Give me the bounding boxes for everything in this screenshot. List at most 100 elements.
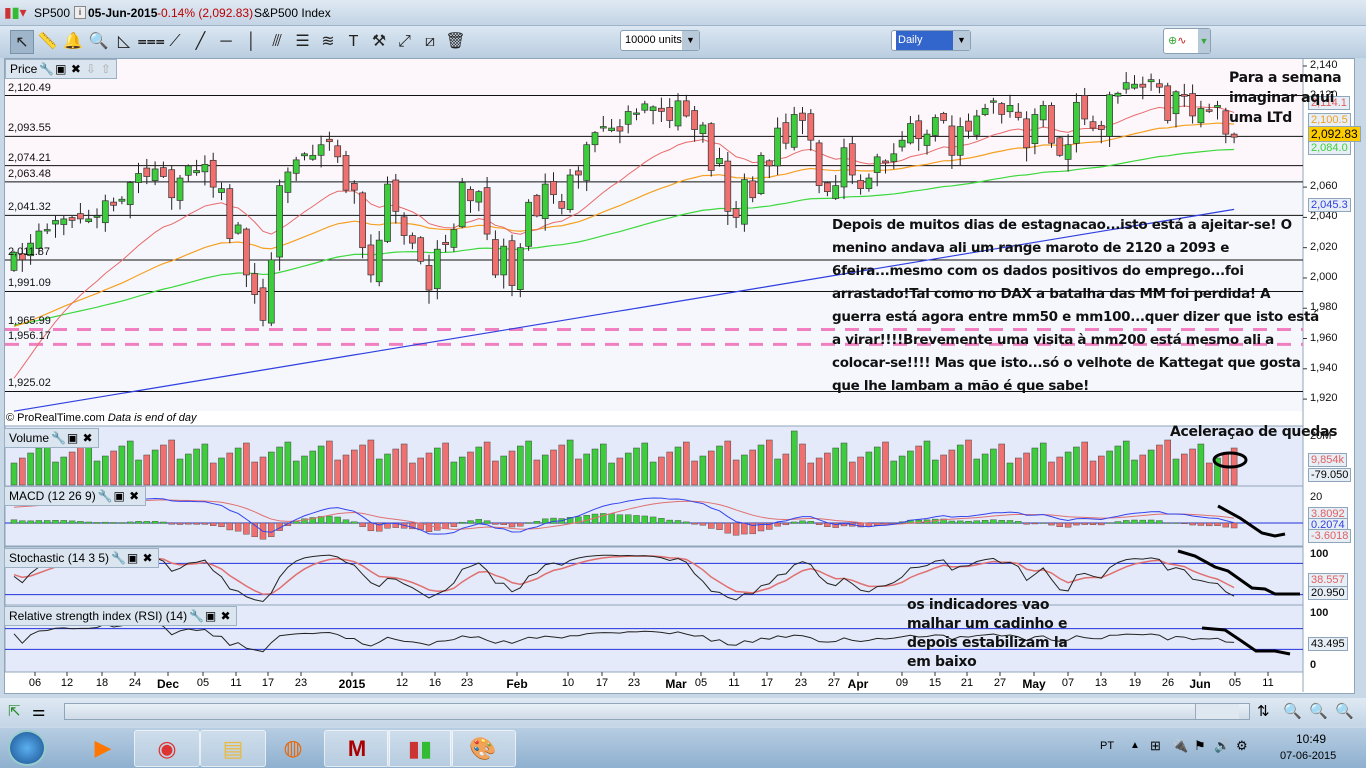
wrench-icon[interactable]: 🔧 xyxy=(98,487,113,505)
panel-title: Price xyxy=(10,62,38,76)
mcafee-taskbar-icon[interactable]: M xyxy=(324,730,390,767)
move-up-icon[interactable]: ⇧ xyxy=(99,60,112,78)
maximize-icon[interactable]: ▣ xyxy=(204,607,217,625)
windows-icon[interactable]: ⊞ xyxy=(1150,738,1161,754)
x-axis-label: 12 xyxy=(60,677,74,689)
clock-date[interactable]: 07-06-2015 xyxy=(1280,750,1336,762)
chart-style-icon[interactable]: ⚌ xyxy=(32,702,45,720)
volume-bar xyxy=(1189,448,1196,486)
candle xyxy=(85,218,93,222)
volume-bar xyxy=(541,454,549,486)
candle xyxy=(118,198,126,202)
wrench-icon[interactable]: 🔧 xyxy=(39,60,54,78)
volume-bar xyxy=(143,454,151,486)
maximize-icon[interactable]: ▣ xyxy=(126,549,139,567)
maximize-icon[interactable]: ▣ xyxy=(66,429,79,447)
candle xyxy=(624,111,632,125)
wrench-icon[interactable]: 🔧 xyxy=(51,429,66,447)
volume-bar xyxy=(284,441,292,486)
macd-histogram-bar xyxy=(1181,522,1188,524)
volume-bar xyxy=(168,439,175,486)
macd-histogram-bar xyxy=(1205,522,1213,527)
macd-histogram-bar xyxy=(60,520,67,524)
close-icon[interactable]: ✖ xyxy=(128,487,141,505)
media-player-taskbar-icon[interactable]: ▶ xyxy=(70,730,136,767)
volume-bar xyxy=(965,439,972,486)
autoscale-icon[interactable]: ⇅ xyxy=(1257,702,1270,720)
security-tray-icon[interactable]: ⚙ xyxy=(1236,738,1248,754)
candle xyxy=(392,179,400,212)
level-label: 1,991.09 xyxy=(8,277,51,290)
horizontal-scrollbar[interactable] xyxy=(64,703,1250,720)
language-indicator[interactable]: PT xyxy=(1100,740,1114,752)
zoom-in-icon[interactable]: 🔍 xyxy=(1335,702,1354,720)
wrench-icon[interactable]: 🔧 xyxy=(111,549,126,567)
volume-bar xyxy=(799,443,806,486)
candle xyxy=(234,224,242,234)
close-icon[interactable]: ✖ xyxy=(141,549,154,567)
macd-histogram-bar xyxy=(815,522,823,525)
prorealtime-taskbar-icon[interactable]: ▮▮ xyxy=(387,730,453,767)
candle xyxy=(616,126,624,132)
candle xyxy=(1189,93,1196,117)
macd-histogram-bar xyxy=(243,522,250,535)
paint-taskbar-icon[interactable]: 🎨 xyxy=(450,730,516,767)
maximize-icon[interactable]: ▣ xyxy=(54,60,67,78)
volume-bar xyxy=(749,449,756,486)
scrollbar-thumb[interactable] xyxy=(1195,704,1239,719)
macd-histogram-bar xyxy=(1081,522,1088,525)
action-center-flag-icon[interactable]: ⚑ xyxy=(1194,738,1206,754)
level-label: 1,925.02 xyxy=(8,377,51,390)
close-icon[interactable]: ✖ xyxy=(219,607,232,625)
candle xyxy=(326,138,333,143)
candle xyxy=(60,218,68,225)
volume-bar xyxy=(1147,449,1155,486)
candle xyxy=(1014,111,1022,118)
show-hidden-icons-icon[interactable]: ▲ xyxy=(1130,740,1140,751)
volume-bar xyxy=(201,443,209,486)
volume-bar xyxy=(19,457,26,486)
candle xyxy=(1073,101,1080,144)
macd-axis-label: 20 xyxy=(1310,491,1323,503)
x-axis-label: Apr xyxy=(847,677,869,691)
macd-histogram-bar xyxy=(10,519,18,524)
volume-bar xyxy=(1048,461,1055,486)
volume-bar xyxy=(716,445,723,486)
clock-time[interactable]: 10:49 xyxy=(1296,732,1326,746)
volume-bar xyxy=(467,451,474,486)
volume-bar xyxy=(400,443,408,486)
move-down-icon[interactable]: ⇩ xyxy=(84,60,97,78)
zoom-out-icon[interactable]: 🔍 xyxy=(1309,702,1328,720)
macd-histogram-bar xyxy=(118,522,126,524)
candle xyxy=(674,100,682,127)
close-icon[interactable]: ✖ xyxy=(69,60,82,78)
stoch-d-badge: 38.557 xyxy=(1308,573,1348,587)
volume-bar xyxy=(641,442,649,486)
volume-bar xyxy=(1023,452,1030,486)
candle xyxy=(442,242,449,246)
volume-bar xyxy=(27,452,34,486)
candle xyxy=(765,160,773,167)
export-icon[interactable]: ⇱ xyxy=(8,702,21,720)
zoom-fit-icon[interactable]: 🔍 xyxy=(1283,702,1302,720)
candle xyxy=(832,185,840,199)
macd-histogram-bar xyxy=(674,520,682,524)
close-icon[interactable]: ✖ xyxy=(81,429,94,447)
volume-icon[interactable]: 🔊 xyxy=(1214,738,1230,754)
x-axis-label: 17 xyxy=(760,677,774,689)
wrench-icon[interactable]: 🔧 xyxy=(189,607,204,625)
chrome-taskbar-icon[interactable]: ◉ xyxy=(134,730,200,767)
candle xyxy=(707,123,715,171)
macd-histogram-bar xyxy=(367,522,375,532)
power-icon[interactable]: 🔌 xyxy=(1172,738,1188,754)
firefox-taskbar-icon[interactable]: ◍ xyxy=(260,730,326,767)
candle xyxy=(1172,91,1180,115)
candle xyxy=(201,164,209,173)
maximize-icon[interactable]: ▣ xyxy=(113,487,126,505)
macd-histogram-bar xyxy=(351,521,358,524)
candle xyxy=(1114,92,1122,97)
volume-bar xyxy=(77,446,84,486)
file-explorer-taskbar-icon[interactable]: ▤ xyxy=(200,730,266,767)
start-button[interactable] xyxy=(8,730,46,766)
volume-last-badge: 9,854k xyxy=(1308,453,1348,467)
